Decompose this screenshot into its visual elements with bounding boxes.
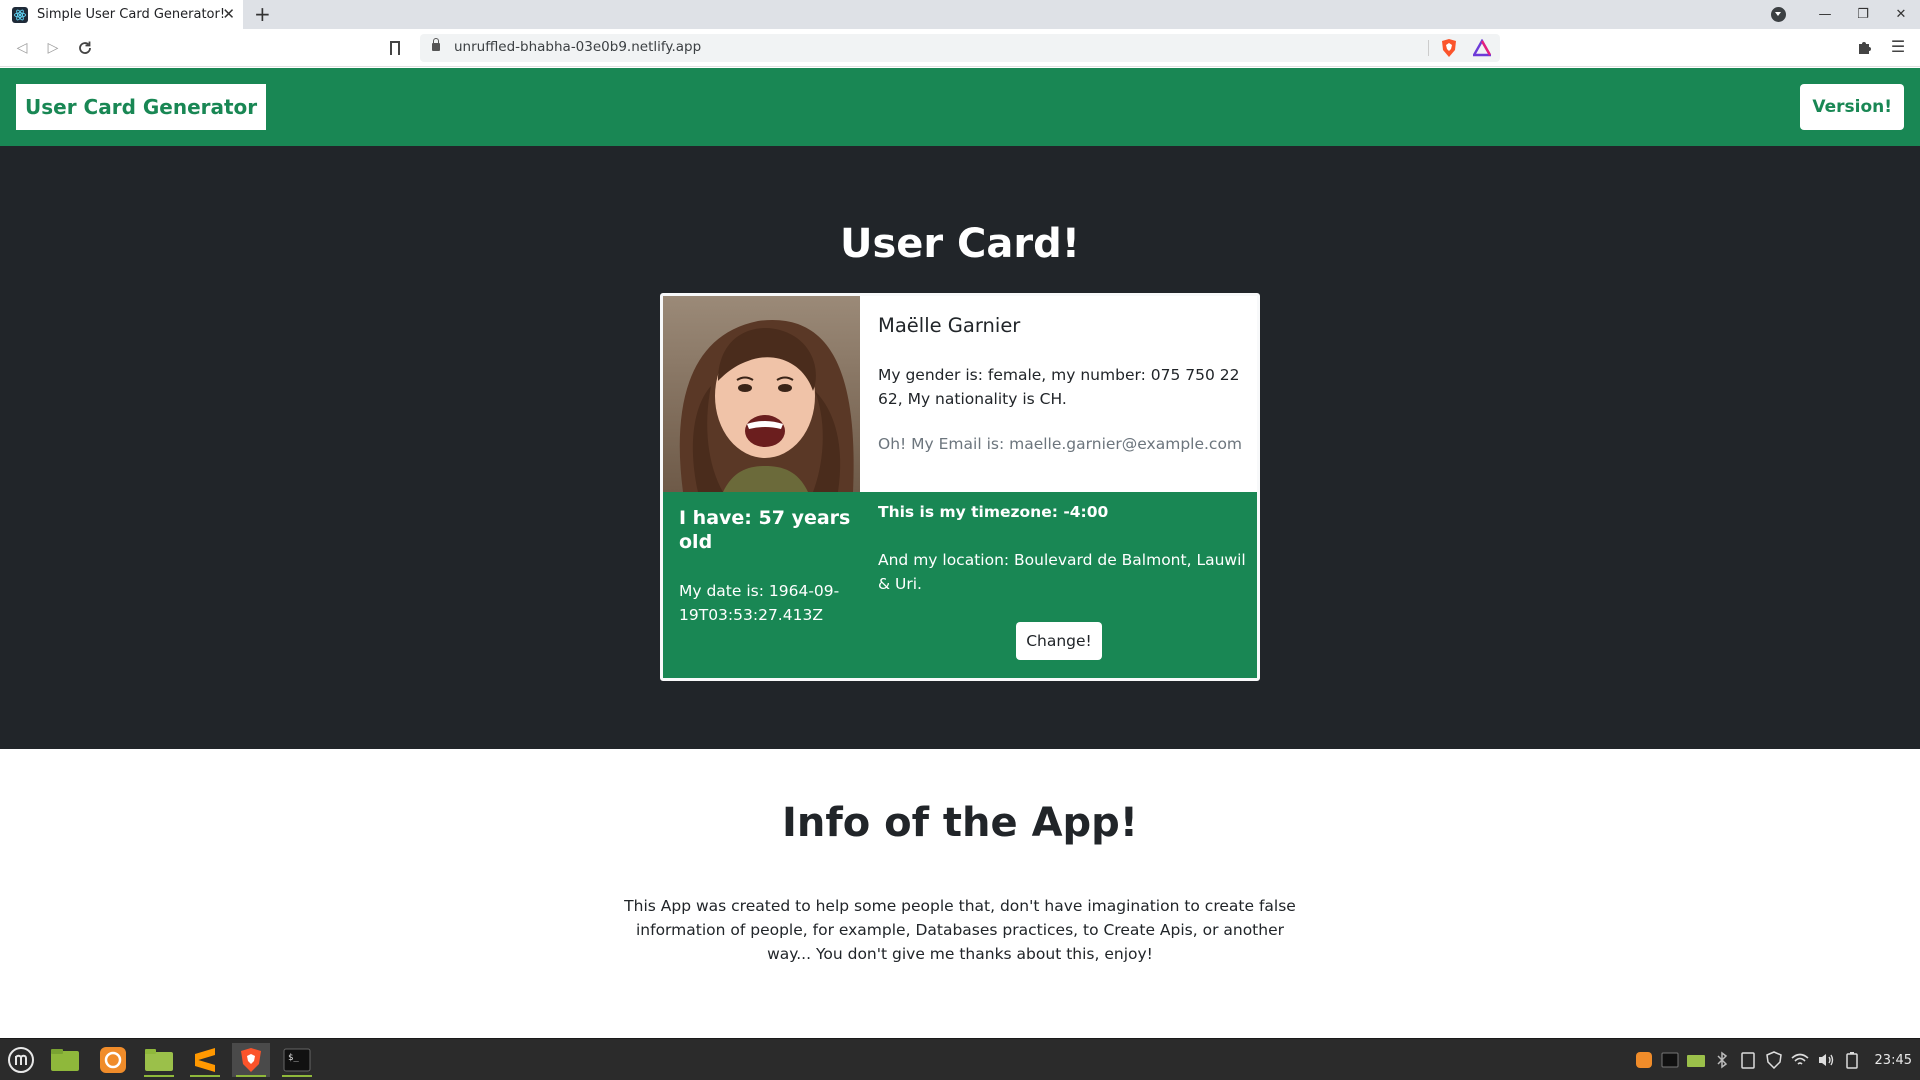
clipboard-icon[interactable] [1738, 1050, 1758, 1070]
back-icon[interactable]: ◁ [9, 35, 35, 61]
change-button[interactable]: Change! [1016, 622, 1102, 660]
tray-terminal-icon[interactable] [1660, 1050, 1680, 1070]
extensions-icon[interactable] [1856, 38, 1874, 56]
tray-firefox-icon[interactable] [1634, 1050, 1654, 1070]
new-tab-button[interactable]: + [254, 3, 271, 25]
browser-tab-bar: Simple User Card Generator! ✕ + — ❐ ✕ [0, 0, 1920, 29]
card-footer: I have: 57 years old My date is: 1964-09… [663, 492, 1257, 678]
info-text: This App was created to help some people… [624, 897, 1296, 963]
active-indicator [282, 1075, 312, 1077]
brave-shield-icon[interactable] [1440, 38, 1458, 58]
brand-logo[interactable]: User Card Generator [16, 84, 267, 130]
brave-rewards-icon[interactable] [1473, 39, 1491, 57]
user-timezone: This is my timezone: -4:00 [878, 503, 1109, 521]
tab-close-icon[interactable]: ✕ [222, 5, 235, 23]
address-bar[interactable]: unruffled-bhabha-03e0b9.netlify.app [420, 34, 1500, 62]
firefox-icon[interactable] [94, 1043, 132, 1077]
svg-text:$_: $_ [288, 1053, 299, 1063]
user-photo-image [663, 296, 860, 492]
bluetooth-icon[interactable] [1712, 1050, 1732, 1070]
files-green-icon[interactable] [46, 1043, 84, 1077]
browser-toolbar: ◁ ▷ unruffled-bhabha-03e0b9.netlify.app … [0, 29, 1920, 67]
tab-title: Simple User Card Generator! [37, 7, 226, 22]
tray-folder-icon[interactable] [1686, 1050, 1706, 1070]
version-button[interactable]: Version! [1800, 84, 1904, 130]
clock[interactable]: 23:45 [1875, 1053, 1912, 1068]
page-title: User Card! [839, 221, 1081, 267]
bookmark-icon[interactable] [390, 41, 400, 58]
user-name: Maëlle Garnier [878, 314, 1021, 337]
lock-icon [432, 38, 440, 51]
close-window-icon[interactable]: ✕ [1882, 7, 1920, 22]
url-text[interactable]: unruffled-bhabha-03e0b9.netlify.app [454, 39, 701, 55]
tab-search-icon[interactable] [1771, 7, 1786, 22]
battery-icon[interactable] [1842, 1050, 1862, 1070]
user-info: My gender is: female, my number: 075 750… [878, 366, 1240, 408]
terminal-icon[interactable]: $_ [278, 1043, 316, 1077]
divider [1428, 40, 1429, 56]
brave-icon[interactable] [232, 1043, 270, 1077]
restore-icon[interactable]: ❐ [1844, 7, 1882, 22]
active-indicator [190, 1075, 220, 1077]
active-indicator [236, 1075, 266, 1077]
react-favicon-icon [12, 6, 28, 23]
user-card: Maëlle Garnier My gender is: female, my … [660, 293, 1260, 681]
volume-icon[interactable] [1816, 1050, 1836, 1070]
sublime-text-icon[interactable] [186, 1043, 224, 1077]
browser-tab[interactable]: Simple User Card Generator! ✕ [0, 0, 243, 29]
minimize-icon[interactable]: — [1806, 7, 1844, 22]
folder-icon[interactable] [140, 1043, 178, 1077]
user-age: I have: 57 years old [679, 507, 851, 553]
hero-section: User Card! Maëlle Garnier My gender is: … [0, 146, 1920, 749]
user-location: And my location: Boulevard de Balmont, L… [878, 551, 1246, 593]
info-title: Info of the App! [781, 800, 1139, 846]
info-section: Info of the App! This App was created to… [0, 749, 1920, 1038]
reload-icon[interactable] [72, 35, 98, 61]
navbar: User Card Generator Version! [0, 68, 1920, 146]
system-tray: 23:45 [1631, 1039, 1920, 1080]
user-email: Oh! My Email is: maelle.garnier@example.… [878, 435, 1243, 453]
menu-icon[interactable]: ☰ [1890, 37, 1906, 57]
user-date: My date is: 1964-09-19T03:53:27.413Z [679, 582, 840, 624]
taskbar: $_ 23:45 [0, 1038, 1920, 1080]
web-page: User Card Generator Version! User Card! [0, 68, 1920, 1038]
mint-menu-icon[interactable] [2, 1043, 40, 1077]
wifi-icon[interactable] [1790, 1050, 1810, 1070]
user-photo [663, 296, 860, 492]
active-indicator [144, 1075, 174, 1077]
forward-icon[interactable]: ▷ [40, 35, 66, 61]
shield-icon[interactable] [1764, 1050, 1784, 1070]
